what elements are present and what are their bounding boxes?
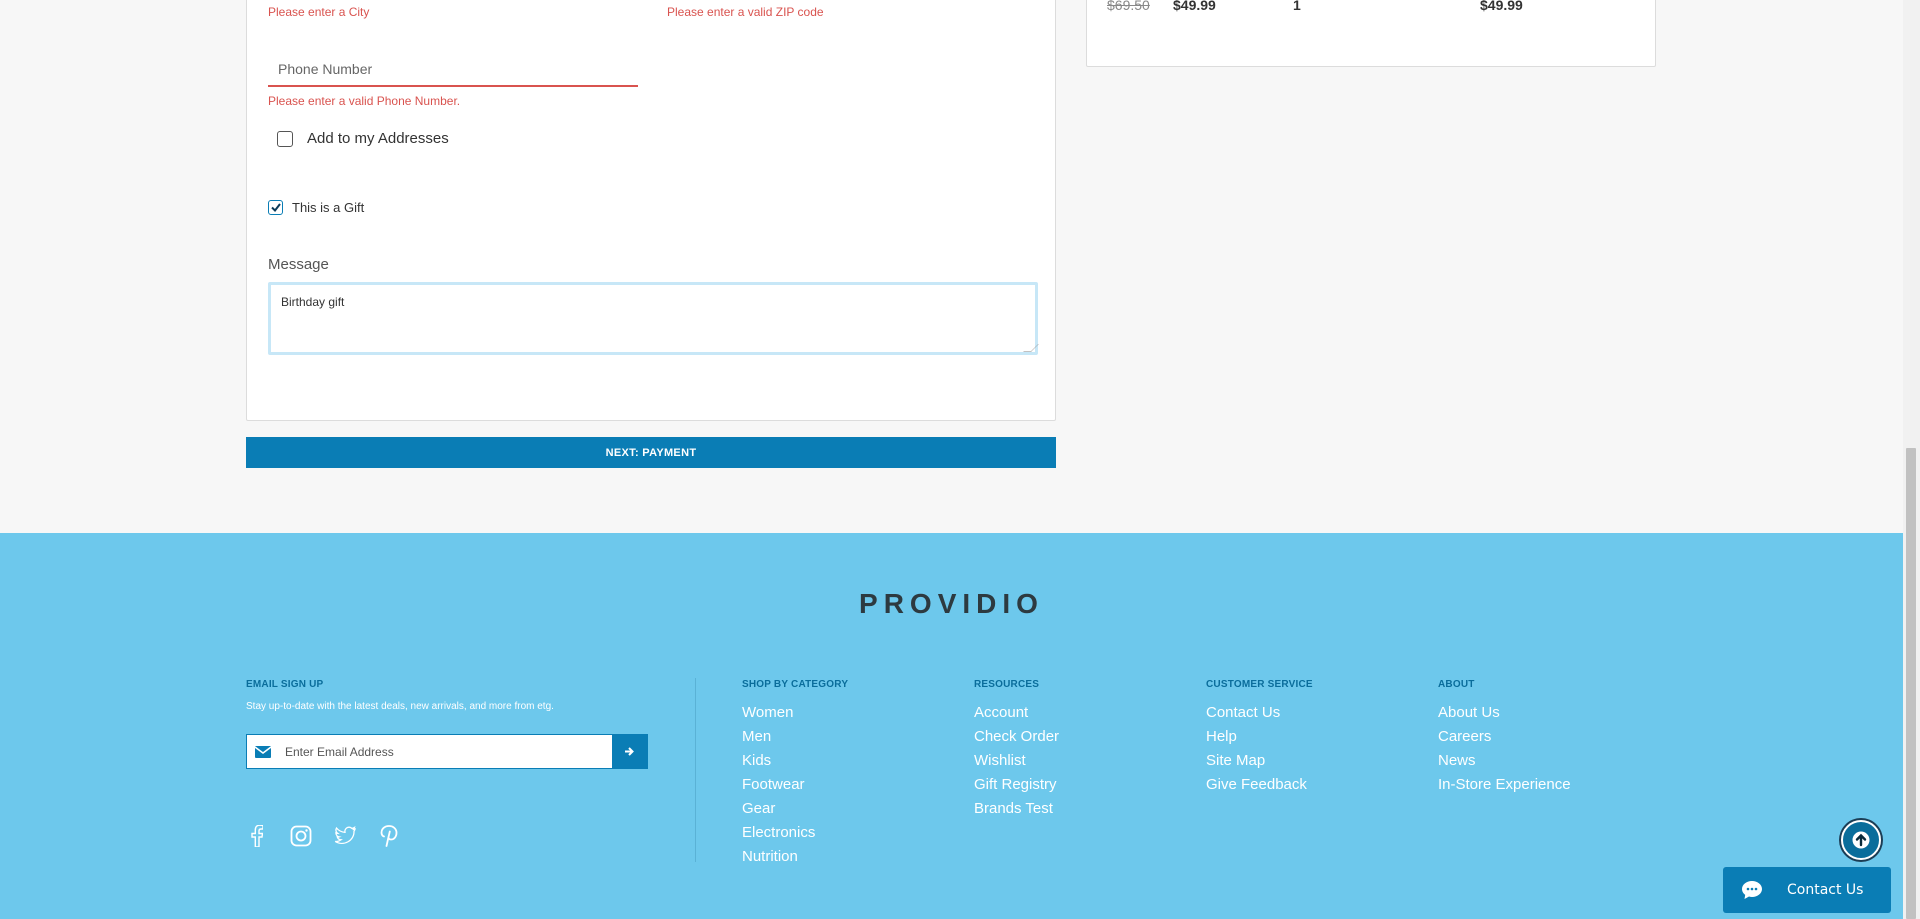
pinterest-icon[interactable] xyxy=(378,824,400,848)
message-label: Message xyxy=(268,256,329,273)
column-title: ABOUT xyxy=(1438,679,1475,690)
chat-bubble-icon xyxy=(1741,880,1763,900)
envelope-icon xyxy=(247,735,279,768)
add-to-addresses-label: Add to my Addresses xyxy=(307,130,449,147)
checkmark-icon xyxy=(270,203,281,212)
contact-us-chat-button[interactable]: Contact Us xyxy=(1723,867,1891,913)
scroll-to-top-button[interactable] xyxy=(1841,820,1881,860)
email-signup-subtitle: Stay up-to-date with the latest deals, n… xyxy=(246,701,554,712)
footer-link-gift-registry[interactable]: Gift Registry xyxy=(974,773,1059,797)
order-summary-card: $69.50 $49.99 1 $49.99 xyxy=(1086,0,1656,67)
phone-number-placeholder: Phone Number xyxy=(278,61,373,77)
footer-link-give-feedback[interactable]: Give Feedback xyxy=(1206,773,1313,797)
gift-message-input[interactable] xyxy=(268,282,1038,355)
column-title: CUSTOMER SERVICE xyxy=(1206,679,1313,690)
sale-price: $49.99 xyxy=(1173,0,1216,13)
footer-link-brands-test[interactable]: Brands Test xyxy=(974,797,1059,821)
email-signup-title: EMAIL SIGN UP xyxy=(246,679,324,690)
footer-column-resources: RESOURCES Account Check Order Wishlist G… xyxy=(974,679,1059,821)
footer-link-account[interactable]: Account xyxy=(974,701,1059,725)
page-scrollbar[interactable] xyxy=(1903,0,1920,919)
phone-error: Please enter a valid Phone Number. xyxy=(268,94,461,108)
email-input[interactable] xyxy=(279,735,612,768)
city-error: Please enter a City xyxy=(268,5,370,19)
arrow-right-icon xyxy=(625,747,634,756)
arrow-up-icon xyxy=(1852,831,1870,849)
footer-brand-logo[interactable]: PROVIDIO xyxy=(0,588,1903,620)
facebook-icon[interactable] xyxy=(246,824,268,848)
scrollbar-thumb[interactable] xyxy=(1906,448,1916,919)
footer-divider xyxy=(695,678,696,862)
footer-column-customer-service: CUSTOMER SERVICE Contact Us Help Site Ma… xyxy=(1206,679,1313,797)
next-payment-button[interactable]: NEXT: PAYMENT xyxy=(246,437,1056,468)
twitter-icon[interactable] xyxy=(334,824,356,848)
zip-error: Please enter a valid ZIP code xyxy=(667,5,824,19)
main-content: $69.50 $49.99 1 $49.99 Please enter a Ci… xyxy=(0,0,1903,533)
line-total: $49.99 xyxy=(1480,0,1523,13)
footer-link-men[interactable]: Men xyxy=(742,725,848,749)
footer-link-wishlist[interactable]: Wishlist xyxy=(974,749,1059,773)
social-links xyxy=(246,824,400,848)
gift-row[interactable]: This is a Gift xyxy=(268,200,364,215)
footer-link-contact-us[interactable]: Contact Us xyxy=(1206,701,1313,725)
phone-number-field[interactable]: Phone Number xyxy=(268,49,638,87)
footer-link-in-store-experience[interactable]: In-Store Experience xyxy=(1438,773,1571,797)
instagram-icon[interactable] xyxy=(290,824,312,848)
footer-link-careers[interactable]: Careers xyxy=(1438,725,1571,749)
footer-link-electronics[interactable]: Electronics xyxy=(742,821,848,845)
footer-column-about: ABOUT About Us Careers News In-Store Exp… xyxy=(1438,679,1571,797)
column-title: SHOP BY CATEGORY xyxy=(742,679,849,690)
footer-link-footwear[interactable]: Footwear xyxy=(742,773,848,797)
site-footer: PROVIDIO EMAIL SIGN UP Stay up-to-date w… xyxy=(0,533,1903,919)
footer-link-gear[interactable]: Gear xyxy=(742,797,848,821)
add-to-addresses-checkbox[interactable] xyxy=(277,130,293,147)
original-price: $69.50 xyxy=(1107,0,1150,13)
email-submit-button[interactable] xyxy=(612,735,647,768)
quantity: 1 xyxy=(1293,0,1301,13)
footer-link-about-us[interactable]: About Us xyxy=(1438,701,1571,725)
footer-link-nutrition[interactable]: Nutrition xyxy=(742,845,848,869)
footer-link-news[interactable]: News xyxy=(1438,749,1571,773)
shipping-form-card: Please enter a City Please enter a valid… xyxy=(246,0,1056,421)
footer-link-check-order[interactable]: Check Order xyxy=(974,725,1059,749)
gift-label: This is a Gift xyxy=(292,200,365,215)
footer-column-shop-by-category: SHOP BY CATEGORY Women Men Kids Footwear… xyxy=(742,679,848,869)
footer-link-site-map[interactable]: Site Map xyxy=(1206,749,1313,773)
add-to-addresses-row[interactable]: Add to my Addresses xyxy=(277,130,449,147)
email-signup-form xyxy=(246,734,648,769)
chat-button-label: Contact Us xyxy=(1787,882,1864,898)
gift-checkbox[interactable] xyxy=(268,200,283,215)
footer-link-women[interactable]: Women xyxy=(742,701,848,725)
column-title: RESOURCES xyxy=(974,679,1040,690)
footer-link-help[interactable]: Help xyxy=(1206,725,1313,749)
footer-link-kids[interactable]: Kids xyxy=(742,749,848,773)
